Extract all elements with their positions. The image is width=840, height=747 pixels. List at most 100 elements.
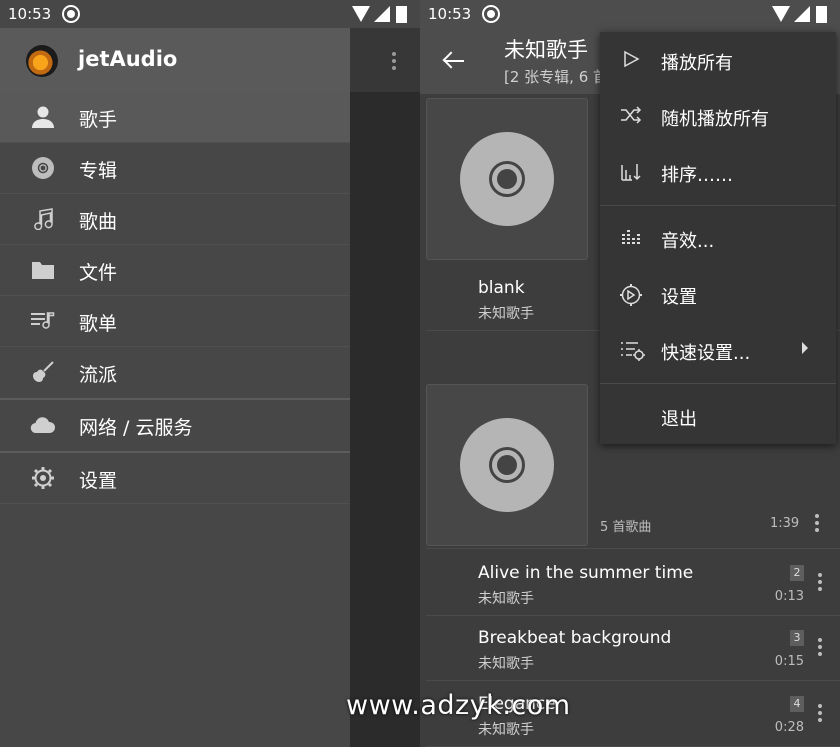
drawer-item-label: 流派 (79, 364, 118, 386)
status-bar: 10:53 (0, 0, 420, 28)
menu-item-exit[interactable]: 退出 (600, 388, 836, 444)
status-bar: 10:53 (420, 0, 840, 28)
folder-icon (30, 258, 56, 282)
drawer-item-playlists[interactable]: 歌单 (0, 296, 350, 347)
drawer-item-label: 文件 (79, 262, 118, 284)
drawer-item-settings[interactable]: 设置 (0, 453, 350, 504)
wifi-icon (352, 6, 370, 22)
back-arrow-icon[interactable] (442, 50, 464, 72)
status-icons (352, 6, 412, 24)
drawer-item-label: 歌手 (79, 109, 118, 131)
status-time: 10:53 (8, 5, 52, 23)
more-vert-icon[interactable] (818, 573, 822, 594)
drawer-scrim[interactable] (350, 28, 420, 747)
jetaudio-logo-icon (26, 45, 58, 77)
music-note-icon (30, 207, 56, 231)
table-row[interactable]: Breakbeat background 未知歌手 3 0:15 (426, 616, 840, 681)
drawer-item-files[interactable]: 文件 (0, 245, 350, 296)
wifi-icon (772, 6, 790, 22)
submenu-arrow-icon (802, 342, 808, 354)
cloud-icon (30, 413, 56, 437)
track-duration: 0:28 (774, 720, 804, 735)
album-more-icon[interactable] (815, 514, 819, 535)
guitar-icon (30, 360, 56, 384)
right-screen: 10:53 未知歌手 [2 张专辑, 6 首 blank 未知歌手 5 首歌曲 … (420, 0, 840, 747)
drawer-item-albums[interactable]: 专辑 (0, 143, 350, 194)
drawer-item-label: 专辑 (79, 160, 118, 182)
table-row[interactable]: Alive in the summer time 未知歌手 2 0:13 (426, 551, 840, 616)
album-art-2[interactable] (426, 384, 588, 546)
equalizer-icon (620, 228, 642, 250)
menu-divider (600, 383, 836, 384)
drawer-item-genres[interactable]: 流派 (0, 347, 350, 400)
status-time: 10:53 (428, 5, 472, 23)
track-duration: 0:15 (774, 654, 804, 669)
track-number-badge: 4 (790, 696, 804, 712)
menu-item-label: 播放所有 (661, 53, 733, 74)
track-number-badge: 3 (790, 630, 804, 646)
app-notification-icon (482, 5, 500, 23)
album-art-1[interactable] (426, 98, 588, 260)
battery-icon (816, 6, 827, 23)
menu-item-label: 音效... (661, 231, 715, 252)
more-vert-icon[interactable] (818, 704, 822, 725)
toolbar-behind-scrim (350, 28, 420, 92)
app-title: jetAudio (78, 47, 178, 71)
track-title: blank (478, 278, 525, 298)
track-artist: 未知歌手 (478, 722, 534, 738)
menu-item-shuffle-all[interactable]: 随机播放所有 (600, 88, 836, 144)
album-disc-icon (460, 132, 554, 226)
more-vert-icon (392, 52, 396, 73)
status-icons (772, 6, 832, 24)
track-artist: 未知歌手 (478, 591, 534, 607)
settings-icon (620, 284, 642, 306)
track-artist: 未知歌手 (478, 656, 534, 672)
menu-item-sound-effects[interactable]: 音效... (600, 210, 836, 266)
drawer-item-label: 设置 (79, 470, 118, 492)
menu-item-quick-settings[interactable]: 快速设置... (600, 322, 836, 378)
gear-icon (30, 466, 56, 490)
track-number-badge: 2 (790, 565, 804, 581)
menu-divider (600, 205, 836, 206)
menu-item-label: 设置 (661, 287, 697, 308)
album-duration: 1:39 (770, 516, 800, 531)
watermark: www.adzyk.com (346, 690, 571, 721)
track-title: Breakbeat background (478, 628, 672, 648)
menu-item-label: 退出 (661, 409, 697, 430)
left-screen: jetAudio 歌手 专辑 歌曲 文件 歌单 流派 网络 / 云服务 设置 1… (0, 0, 420, 747)
artist-title: 未知歌手 (504, 38, 588, 62)
menu-item-label: 快速设置... (661, 343, 751, 364)
navigation-drawer: jetAudio 歌手 专辑 歌曲 文件 歌单 流派 网络 / 云服务 设置 (0, 0, 350, 747)
drawer-items: 歌手 专辑 歌曲 文件 歌单 流派 网络 / 云服务 设置 (0, 92, 350, 504)
quick-settings-icon (620, 340, 645, 362)
menu-item-sort[interactable]: 排序…… (600, 144, 836, 200)
track-artist: 未知歌手 (478, 306, 534, 322)
drawer-item-songs[interactable]: 歌曲 (0, 194, 350, 245)
drawer-item-artists[interactable]: 歌手 (0, 92, 350, 143)
menu-item-label: 随机播放所有 (661, 109, 769, 130)
battery-icon (396, 6, 407, 23)
options-menu: 播放所有 随机播放所有 排序…… 音效... 设置 快速设置... 退出 (600, 32, 836, 444)
track-title: Alive in the summer time (478, 563, 694, 583)
cell-signal-icon (374, 6, 390, 22)
menu-item-label: 排序…… (661, 165, 733, 186)
drawer-item-cloud[interactable]: 网络 / 云服务 (0, 400, 350, 453)
artist-subtitle: [2 张专辑, 6 首 (504, 68, 609, 86)
shuffle-icon (620, 106, 642, 128)
album-song-count: 5 首歌曲 (600, 520, 652, 535)
play-icon (620, 50, 642, 72)
album-disc-icon (30, 156, 56, 180)
drawer-item-label: 歌单 (79, 313, 118, 335)
track-duration: 0:13 (774, 589, 804, 604)
drawer-item-label: 网络 / 云服务 (79, 417, 193, 439)
menu-item-settings[interactable]: 设置 (600, 266, 836, 322)
drawer-header: jetAudio (0, 28, 350, 92)
divider (426, 548, 840, 549)
menu-item-play-all[interactable]: 播放所有 (600, 32, 836, 88)
playlist-icon (30, 309, 56, 333)
person-icon (30, 105, 56, 129)
sort-icon (620, 162, 642, 184)
app-notification-icon (62, 5, 80, 23)
more-vert-icon[interactable] (818, 638, 822, 659)
cell-signal-icon (794, 6, 810, 22)
